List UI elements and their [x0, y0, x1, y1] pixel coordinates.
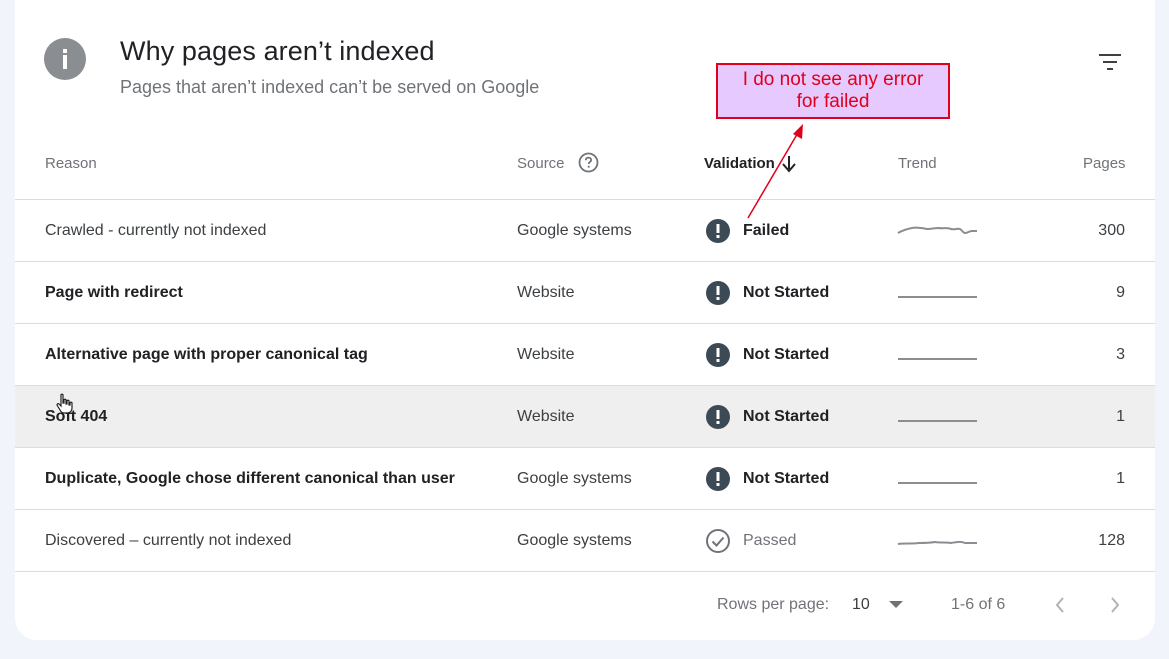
- error-icon: [706, 280, 730, 305]
- rows-per-page-select[interactable]: 10: [852, 596, 870, 614]
- row-source: Website: [517, 283, 575, 301]
- row-validation: Failed: [705, 200, 789, 261]
- row-pages: 128: [1098, 531, 1125, 549]
- validation-status-text: Failed: [743, 221, 790, 239]
- filter-icon[interactable]: [1094, 48, 1126, 76]
- trend-sparkline: [897, 262, 979, 323]
- chevron-down-icon[interactable]: [889, 601, 903, 608]
- trend-sparkline: [897, 510, 979, 571]
- sort-down-arrow-icon[interactable]: [781, 155, 797, 178]
- page-title: Why pages aren’t indexed: [120, 36, 435, 66]
- rows-per-page-label: Rows per page:: [717, 596, 830, 613]
- next-page-icon[interactable]: [1103, 593, 1127, 617]
- column-header-trend[interactable]: Trend: [898, 155, 937, 172]
- row-pages: 1: [1116, 407, 1125, 425]
- trend-sparkline: [897, 324, 979, 385]
- annotation-line-1: I do not see any error: [742, 69, 924, 90]
- info-icon: [44, 38, 86, 80]
- annotation-line-2: for failed: [796, 91, 870, 112]
- table-row[interactable]: Page with redirect Website Not Started 9: [15, 262, 1155, 324]
- row-source: Google systems: [517, 221, 632, 239]
- table-row[interactable]: Discovered – currently not indexed Googl…: [15, 510, 1155, 572]
- table-row[interactable]: Duplicate, Google chose different canoni…: [15, 448, 1155, 510]
- row-pages: 9: [1116, 283, 1125, 301]
- table-row[interactable]: Soft 404 Website Not Started 1: [15, 386, 1155, 448]
- row-source: Google systems: [517, 469, 632, 487]
- row-source: Website: [517, 407, 575, 425]
- validation-status-text: Not Started: [743, 469, 830, 487]
- row-pages: 3: [1116, 345, 1125, 363]
- row-validation: Passed: [705, 510, 796, 571]
- table-row[interactable]: Alternative page with proper canonical t…: [15, 324, 1155, 386]
- page-subtitle: Pages that aren’t indexed can’t be serve…: [120, 77, 540, 97]
- row-reason: Alternative page with proper canonical t…: [45, 345, 368, 363]
- error-icon: [706, 218, 730, 243]
- column-header-pages[interactable]: Pages: [1083, 155, 1126, 172]
- trend-sparkline: [897, 386, 979, 447]
- annotation-callout: I do not see any error for failed: [716, 63, 950, 119]
- column-header-reason[interactable]: Reason: [45, 155, 97, 172]
- column-header-source[interactable]: Source: [517, 155, 565, 172]
- table-row[interactable]: Crawled - currently not indexed Google s…: [15, 200, 1155, 262]
- row-validation: Not Started: [705, 324, 829, 385]
- trend-sparkline: [897, 448, 979, 509]
- row-validation: Not Started: [705, 386, 829, 447]
- row-pages: 300: [1098, 221, 1125, 239]
- row-source: Website: [517, 345, 575, 363]
- row-pages: 1: [1116, 469, 1125, 487]
- row-reason: Page with redirect: [45, 283, 183, 301]
- help-icon[interactable]: [578, 152, 599, 178]
- row-validation: Not Started: [705, 262, 829, 323]
- row-validation: Not Started: [705, 448, 829, 509]
- validation-status-text: Not Started: [743, 345, 830, 363]
- pagination-range: 1-6 of 6: [951, 596, 1006, 613]
- error-icon: [706, 466, 730, 491]
- check-circle-icon: [706, 528, 730, 553]
- error-icon: [706, 342, 730, 367]
- column-header-validation[interactable]: Validation: [704, 155, 775, 172]
- row-reason: Soft 404: [45, 407, 108, 425]
- trend-sparkline: [897, 200, 979, 261]
- validation-status-text: Not Started: [743, 283, 830, 301]
- validation-status-text: Passed: [743, 531, 797, 549]
- row-source: Google systems: [517, 531, 632, 549]
- error-icon: [706, 404, 730, 429]
- row-reason: Discovered – currently not indexed: [45, 531, 292, 549]
- row-reason: Crawled - currently not indexed: [45, 221, 267, 239]
- validation-status-text: Not Started: [743, 407, 830, 425]
- row-reason: Duplicate, Google chose different canoni…: [45, 469, 455, 487]
- previous-page-icon[interactable]: [1048, 593, 1072, 617]
- hand-cursor-icon: [56, 393, 73, 414]
